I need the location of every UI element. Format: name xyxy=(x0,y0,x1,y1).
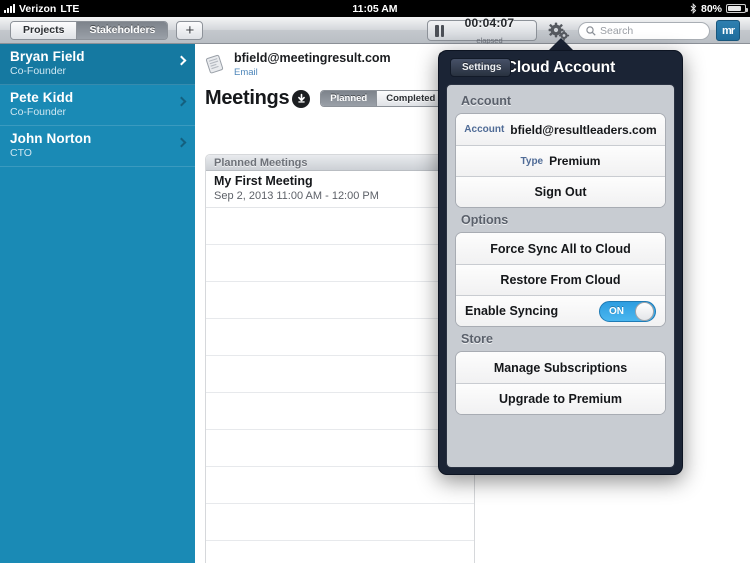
sign-out-button[interactable]: Sign Out xyxy=(456,176,665,207)
search-icon xyxy=(586,26,596,36)
type-row-key: Type xyxy=(520,155,544,167)
enable-syncing-row[interactable]: Enable Syncing ON xyxy=(456,295,665,326)
enable-syncing-label: Enable Syncing xyxy=(465,304,559,318)
back-to-settings-button[interactable]: Settings xyxy=(450,58,512,77)
restore-label: Restore From Cloud xyxy=(500,273,621,287)
empty-row xyxy=(206,245,474,282)
meetings-title: Meetings xyxy=(205,87,311,110)
back-button-label: Settings xyxy=(462,62,502,73)
meeting-title: My First Meeting xyxy=(214,174,313,188)
store-group: Manage Subscriptions Upgrade to Premium xyxy=(455,351,666,415)
filter-planned[interactable]: Planned xyxy=(321,91,377,106)
type-row[interactable]: Type Premium xyxy=(456,145,665,176)
segment-projects[interactable]: Projects xyxy=(11,21,77,39)
empty-row xyxy=(206,319,474,356)
battery-percent-label: 80% xyxy=(700,2,722,15)
stakeholder-name: John Norton xyxy=(10,131,92,146)
main-toolbar: Projects Stakeholders + 00:04:07 elapsed xyxy=(0,17,750,44)
contact-email-value: bfield@meetingresult.com xyxy=(234,51,391,65)
popover-title: Cloud Account xyxy=(505,58,616,76)
meetings-group-header: Planned Meetings xyxy=(206,155,474,171)
download-arrow-icon[interactable] xyxy=(292,89,311,108)
stakeholders-sidebar: Bryan Field Co-Founder Pete Kidd Co-Foun… xyxy=(0,44,195,563)
sidebar-item-john-norton[interactable]: John Norton CTO xyxy=(0,126,195,167)
meetings-title-text: Meetings xyxy=(205,87,290,109)
popover-body: Account Account bfield@resultleaders.com… xyxy=(446,84,675,468)
stakeholder-name: Bryan Field xyxy=(10,49,85,64)
filter-completed[interactable]: Completed xyxy=(376,91,445,106)
account-row-key: Account xyxy=(464,124,505,135)
restore-from-cloud-button[interactable]: Restore From Cloud xyxy=(456,264,665,295)
stakeholder-name: Pete Kidd xyxy=(10,90,74,105)
contact-email-field[interactable]: bfield@meetingresult.com Email xyxy=(234,51,391,78)
meetings-list-panel: Planned Meetings My First Meeting Sep 2,… xyxy=(205,154,475,563)
sidebar-item-pete-kidd[interactable]: Pete Kidd Co-Founder xyxy=(0,85,195,126)
account-row[interactable]: Account bfield@resultleaders.com xyxy=(456,114,665,145)
force-sync-button[interactable]: Force Sync All to Cloud xyxy=(456,233,665,264)
timer-text: 00:04:07 elapsed xyxy=(450,15,529,47)
empty-row xyxy=(206,430,474,467)
sign-out-label: Sign Out xyxy=(534,185,587,199)
options-group: Force Sync All to Cloud Restore From Clo… xyxy=(455,232,666,327)
empty-row xyxy=(206,208,474,245)
toggle-knob[interactable] xyxy=(635,301,654,321)
empty-row xyxy=(206,504,474,541)
segment-stakeholders[interactable]: Stakeholders xyxy=(76,21,168,39)
stakeholder-role: Co-Founder xyxy=(10,65,67,77)
upgrade-to-premium-button[interactable]: Upgrade to Premium xyxy=(456,383,665,414)
manage-subscriptions-button[interactable]: Manage Subscriptions xyxy=(456,352,665,383)
sidebar-empty-area xyxy=(0,167,195,563)
status-bar: Verizon LTE 11:05 AM 80% xyxy=(0,0,750,17)
battery-icon xyxy=(726,4,748,13)
timer-value: 00:04:07 xyxy=(464,15,515,30)
empty-row xyxy=(206,356,474,393)
type-row-value: Premium xyxy=(549,154,601,168)
projects-stakeholders-segmented-control[interactable]: Projects Stakeholders xyxy=(10,20,169,40)
section-header-options: Options xyxy=(461,213,509,227)
stakeholder-role: CTO xyxy=(10,147,32,159)
clock-label: 11:05 AM xyxy=(352,2,398,15)
upgrade-label: Upgrade to Premium xyxy=(499,392,622,406)
sidebar-item-bryan-field[interactable]: Bryan Field Co-Founder xyxy=(0,44,195,85)
empty-row xyxy=(206,467,474,504)
meetings-filter-segmented-control[interactable]: Planned Completed xyxy=(320,90,446,107)
toggle-state-label: ON xyxy=(609,305,624,317)
section-header-store: Store xyxy=(461,332,493,346)
search-input[interactable]: Search xyxy=(578,22,710,40)
empty-row xyxy=(206,282,474,319)
force-sync-label: Force Sync All to Cloud xyxy=(490,241,631,256)
meeting-datetime: Sep 2, 2013 11:00 AM - 12:00 PM xyxy=(214,190,379,202)
stakeholder-role: Co-Founder xyxy=(10,106,67,118)
meeting-timer[interactable]: 00:04:07 elapsed xyxy=(427,17,537,44)
empty-row xyxy=(206,541,474,563)
app-logo-button[interactable]: mr xyxy=(716,20,740,41)
account-row-value: bfield@resultleaders.com xyxy=(510,122,657,137)
empty-row xyxy=(206,393,474,430)
bluetooth-icon xyxy=(690,3,697,14)
search-placeholder: Search xyxy=(600,25,634,37)
add-button[interactable]: + xyxy=(176,20,204,40)
meeting-row[interactable]: My First Meeting Sep 2, 2013 11:00 AM - … xyxy=(206,171,474,208)
status-bar-right: 80% xyxy=(690,2,748,15)
section-header-account: Account xyxy=(461,94,511,108)
contact-email-label: Email xyxy=(234,66,258,78)
pause-icon[interactable] xyxy=(435,24,444,37)
cloud-account-popover: Settings Cloud Account Account Account b… xyxy=(438,50,683,475)
manage-subscriptions-label: Manage Subscriptions xyxy=(493,360,628,375)
enable-syncing-toggle[interactable]: ON xyxy=(599,300,656,322)
popover-header: Settings Cloud Account xyxy=(446,51,675,84)
account-group: Account bfield@resultleaders.com Type Pr… xyxy=(455,113,666,208)
contact-card-icon xyxy=(205,54,224,74)
ipad-screen: Verizon LTE 11:05 AM 80% Projects Stakeh… xyxy=(0,0,750,563)
